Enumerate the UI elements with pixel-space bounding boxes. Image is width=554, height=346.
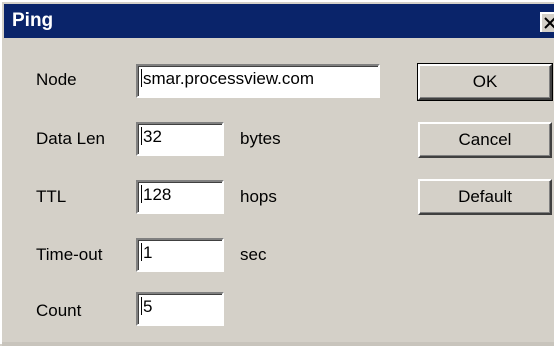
dialog-bottom-edge <box>2 342 554 346</box>
default-button[interactable]: Default <box>418 179 552 215</box>
node-input[interactable]: smar.processview.com <box>136 64 380 98</box>
count-label: Count <box>36 301 82 320</box>
data-len-value: 32 <box>143 127 162 146</box>
text-caret <box>141 69 142 87</box>
timeout-input[interactable]: 1 <box>136 238 224 272</box>
window-title: Ping <box>12 10 54 31</box>
title-bar: Ping <box>4 4 554 38</box>
timeout-unit: sec <box>240 245 267 264</box>
text-caret <box>141 127 142 145</box>
node-value: smar.processview.com <box>143 69 314 88</box>
text-caret <box>141 185 142 203</box>
count-input[interactable]: 5 <box>136 292 224 326</box>
text-caret <box>141 243 142 261</box>
timeout-label: Time-out <box>36 245 103 264</box>
data-len-input[interactable]: 32 <box>136 122 224 156</box>
text-caret <box>141 297 142 315</box>
data-len-label: Data Len <box>36 129 105 148</box>
count-value: 5 <box>143 297 153 316</box>
ttl-value: 128 <box>143 185 172 204</box>
ttl-label: TTL <box>36 187 67 206</box>
ok-button[interactable]: OK <box>417 63 553 101</box>
close-button[interactable] <box>540 12 554 32</box>
ttl-unit: hops <box>240 187 277 206</box>
ping-dialog: Ping Node smar.processview.com Data Len … <box>0 0 554 346</box>
timeout-value: 1 <box>143 243 153 262</box>
data-len-unit: bytes <box>240 129 281 148</box>
ttl-input[interactable]: 128 <box>136 180 224 214</box>
cancel-button[interactable]: Cancel <box>418 122 552 158</box>
node-label: Node <box>36 70 77 89</box>
